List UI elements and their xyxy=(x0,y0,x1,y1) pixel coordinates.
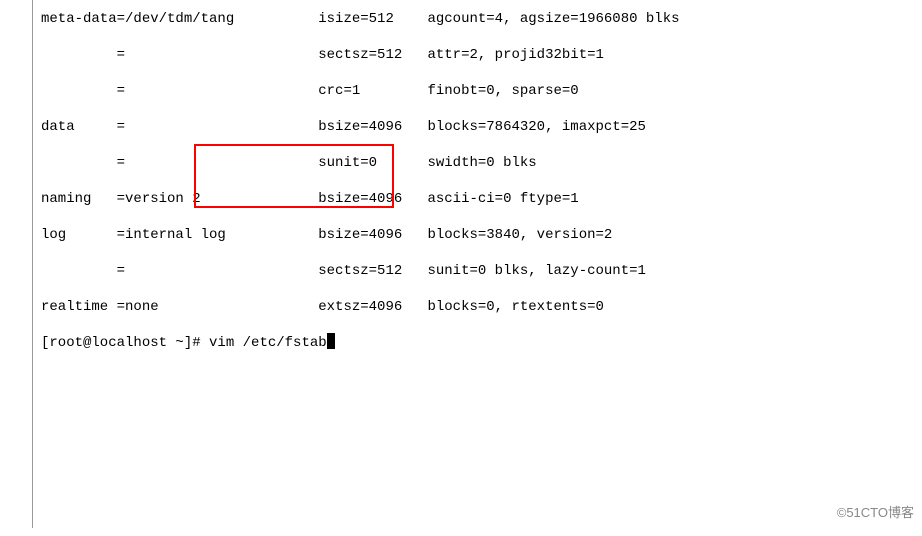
command-text: vim /etc/fstab xyxy=(209,335,327,351)
mkfs-line: log =internal log bsize=4096 blocks=3840… xyxy=(41,226,680,244)
mkfs-line: naming =version 2 bsize=4096 ascii-ci=0 … xyxy=(41,190,680,208)
mkfs-line: = sunit=0 swidth=0 blks xyxy=(41,154,680,172)
mkfs-line: = crc=1 finobt=0, sparse=0 xyxy=(41,82,680,100)
watermark: ©51CTO博客 xyxy=(837,504,914,522)
mkfs-line: meta-data=/dev/tdm/tang isize=512 agcoun… xyxy=(41,10,680,28)
mkfs-line: data = bsize=4096 blocks=7864320, imaxpc… xyxy=(41,118,680,136)
terminal-output: meta-data=/dev/tdm/tang isize=512 agcoun… xyxy=(32,0,680,528)
mkfs-line: realtime =none extsz=4096 blocks=0, rtex… xyxy=(41,298,680,316)
shell-prompt: [root@localhost ~]# xyxy=(41,335,209,351)
prompt-line[interactable]: [root@localhost ~]# vim /etc/fstab xyxy=(41,334,680,352)
mkfs-line: = sectsz=512 attr=2, projid32bit=1 xyxy=(41,46,680,64)
mkfs-line: = sectsz=512 sunit=0 blks, lazy-count=1 xyxy=(41,262,680,280)
cursor xyxy=(327,333,335,349)
